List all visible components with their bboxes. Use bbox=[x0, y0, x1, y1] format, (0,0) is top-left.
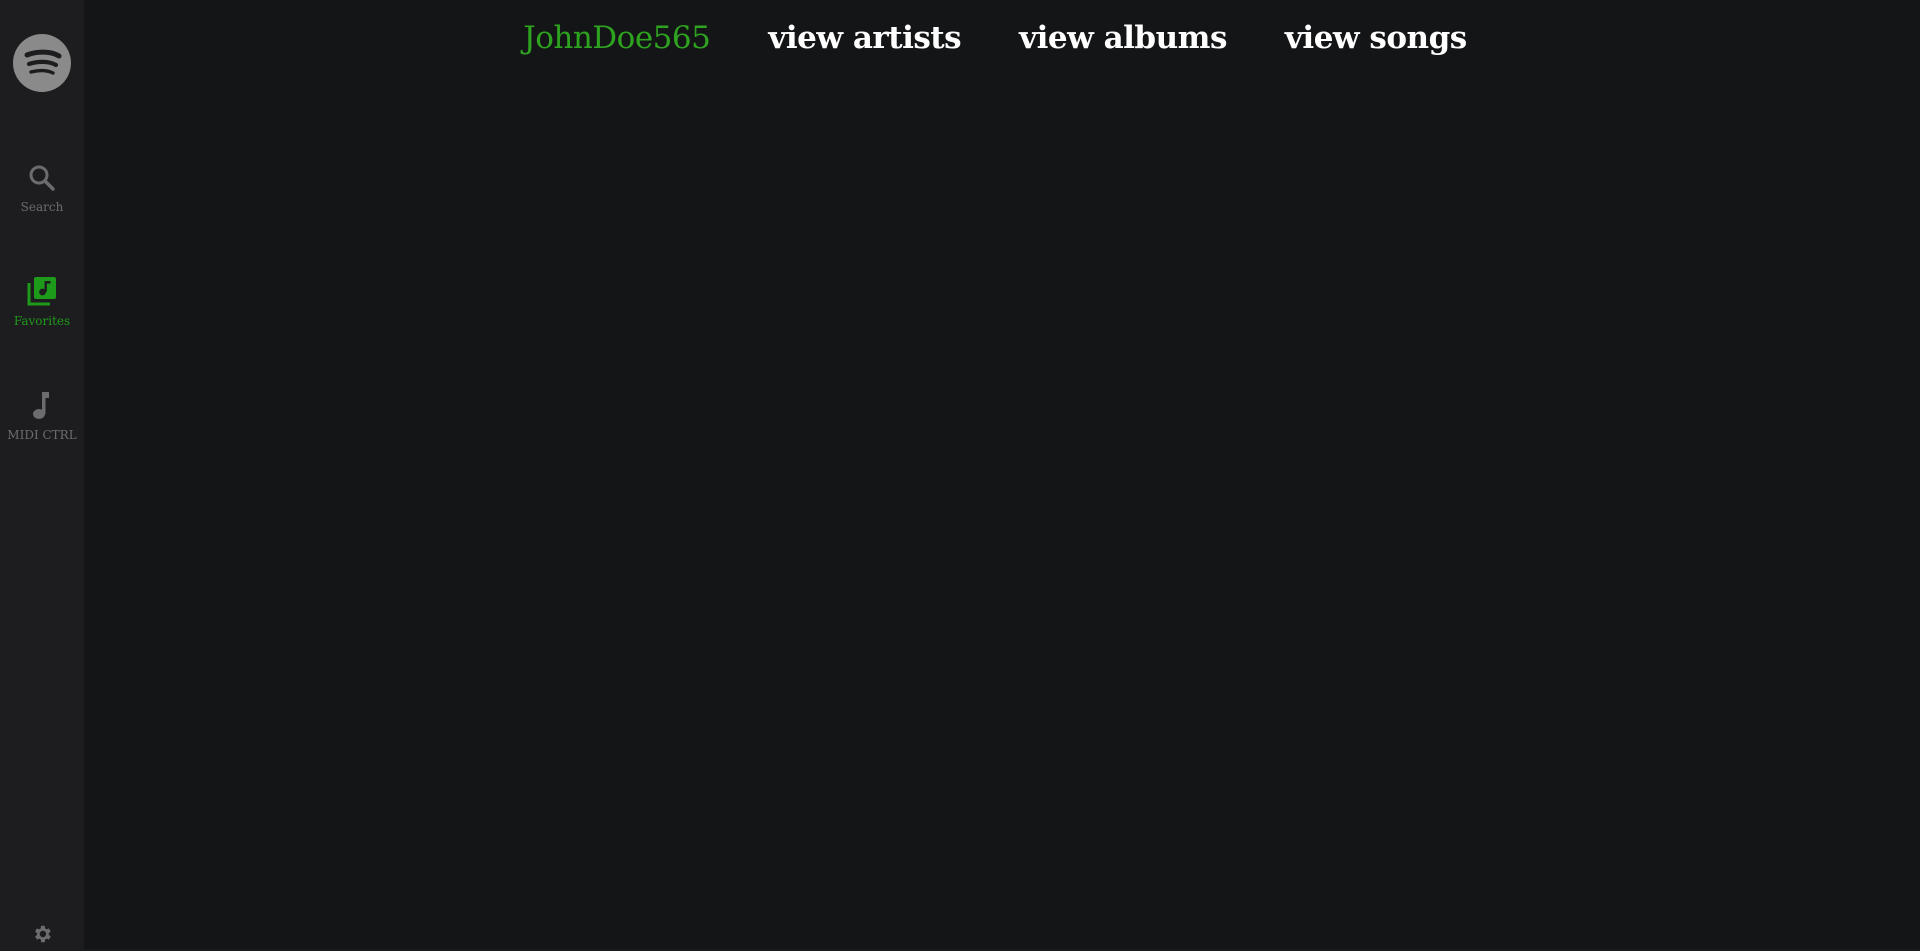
view-artists-link[interactable]: view artists bbox=[768, 20, 961, 56]
spotify-logo-icon[interactable] bbox=[13, 34, 71, 92]
main-content: JohnDoe565 view artists view albums view… bbox=[84, 0, 1920, 951]
view-songs-link[interactable]: view songs bbox=[1285, 20, 1467, 56]
sidebar-item-label: Search bbox=[20, 200, 64, 214]
gear-icon[interactable] bbox=[31, 923, 53, 945]
sidebar-item-label: Favorites bbox=[13, 314, 71, 328]
music-library-icon bbox=[26, 275, 58, 311]
username-link[interactable]: JohnDoe565 bbox=[523, 20, 711, 56]
view-albums-link[interactable]: view albums bbox=[1019, 20, 1227, 56]
sidebar-item-favorites[interactable]: Favorites bbox=[0, 275, 84, 328]
sidebar-item-midi-ctrl[interactable]: MIDI CTRL bbox=[0, 389, 84, 442]
app-window: Search Favorites MIDI CTRL JohnDoe565 vi… bbox=[0, 0, 1920, 951]
sidebar-item-search[interactable]: Search bbox=[0, 163, 84, 214]
music-note-icon bbox=[27, 389, 57, 425]
search-icon bbox=[27, 163, 57, 197]
top-navigation: JohnDoe565 view artists view albums view… bbox=[84, 20, 1920, 56]
sidebar-item-label: MIDI CTRL bbox=[7, 428, 77, 442]
sidebar: Search Favorites MIDI CTRL bbox=[0, 0, 84, 951]
